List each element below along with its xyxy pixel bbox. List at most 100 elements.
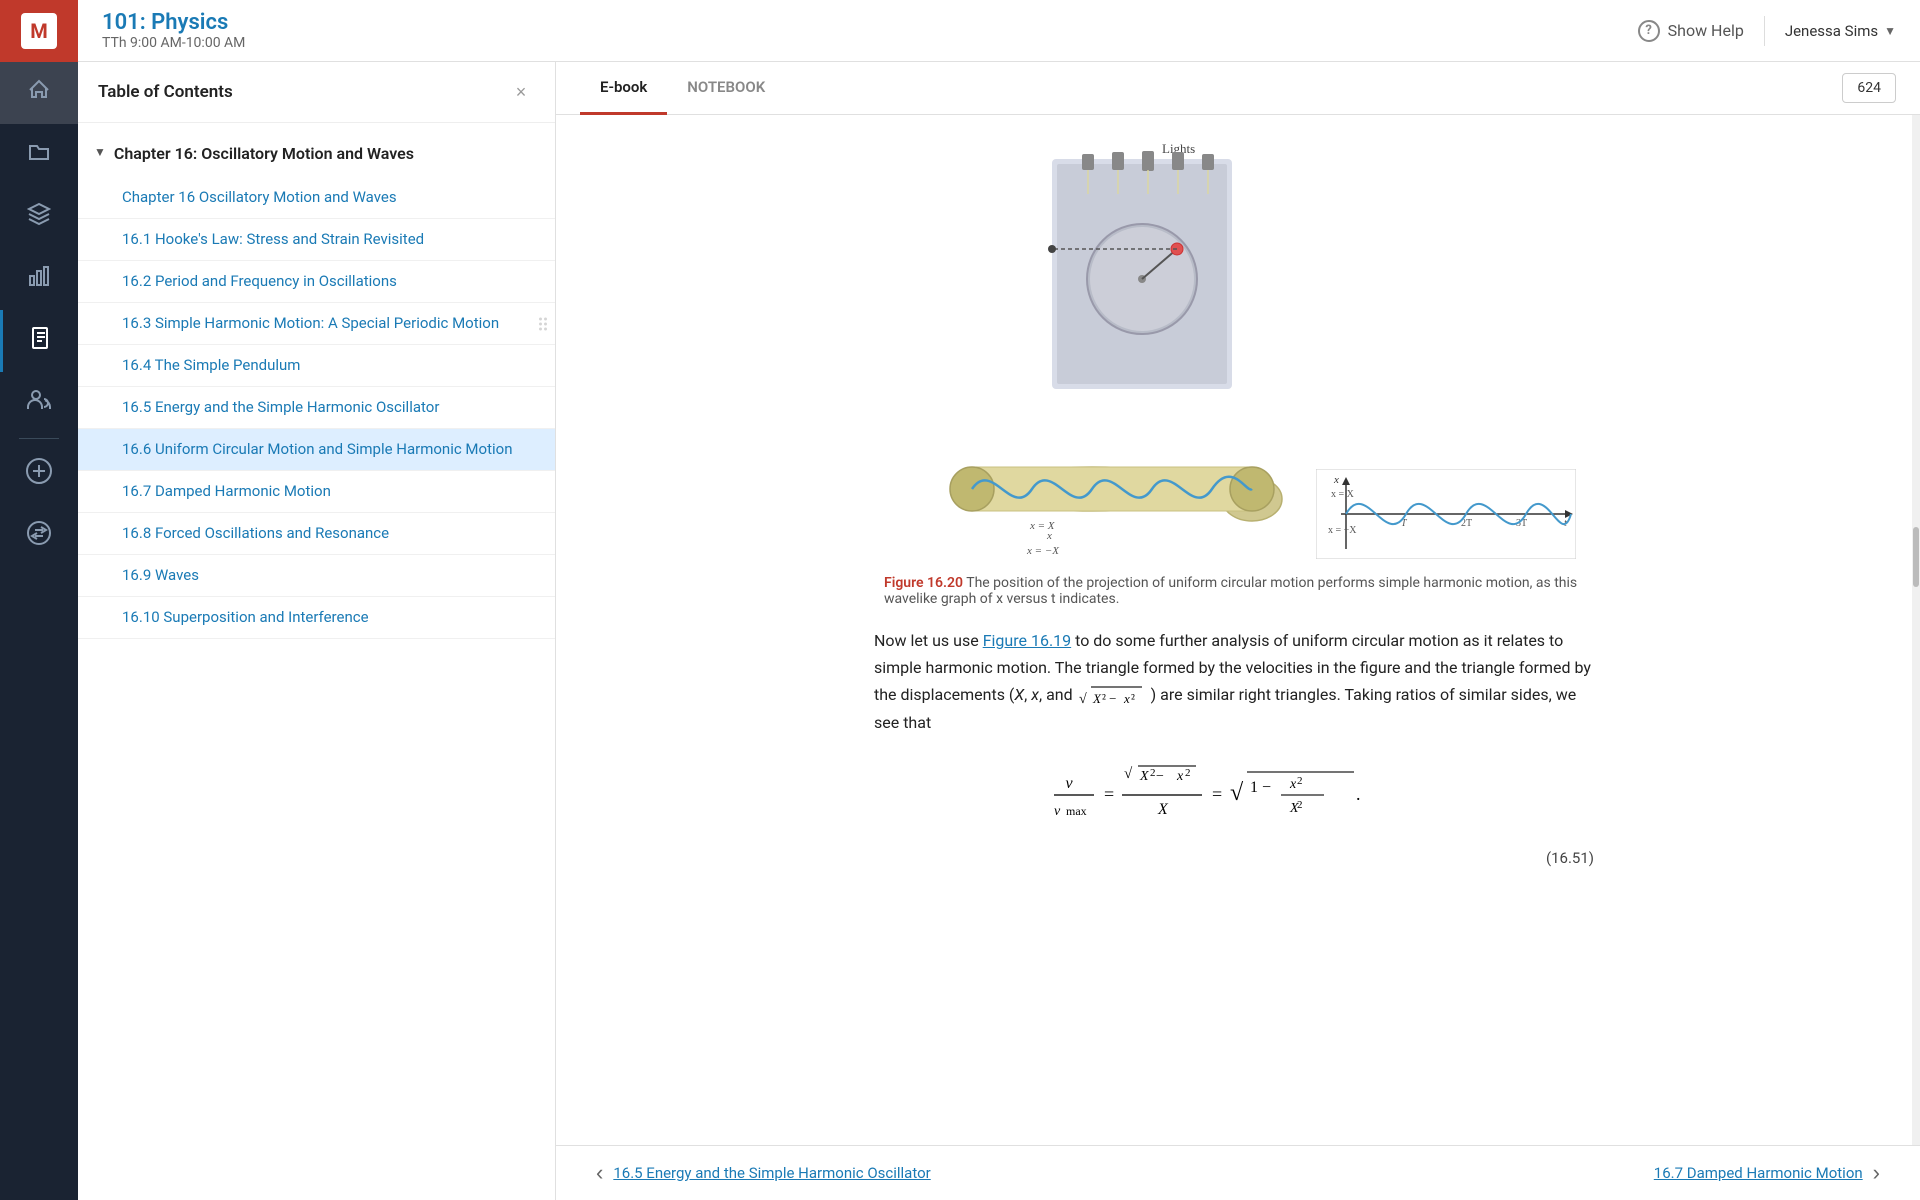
home-icon (27, 78, 51, 108)
layers-icon (27, 202, 51, 232)
nav-bar: M (0, 0, 78, 1200)
svg-text:=: = (1104, 784, 1114, 804)
page-number-badge[interactable]: 624 (1842, 73, 1896, 103)
toc-item-label: 16.10 Superposition and Interference (122, 607, 535, 628)
tab-notebook[interactable]: NOTEBOOK (667, 62, 785, 115)
nav-item-home[interactable] (0, 62, 78, 124)
figure-caption: Figure 16.20 The position of the project… (884, 575, 1584, 607)
svg-text:√: √ (1079, 692, 1087, 707)
toc-item-16-7[interactable]: 16.7 Damped Harmonic Motion (78, 471, 555, 513)
svg-text:max: max (1066, 804, 1087, 818)
nav-item-users[interactable] (0, 372, 78, 434)
svg-text:2: 2 (1185, 767, 1191, 779)
equation-number: (16.51) (874, 849, 1594, 867)
scrollbar-track[interactable] (1912, 115, 1920, 1145)
next-section-link[interactable]: 16.7 Damped Harmonic Motion (1654, 1164, 1863, 1182)
svg-text:x: x (1289, 777, 1297, 792)
svg-text:x: x (1176, 769, 1184, 784)
nav-item-swap[interactable] (0, 505, 78, 567)
toc-item-16-4[interactable]: 16.4 The Simple Pendulum (78, 345, 555, 387)
toc-title: Table of Contents (98, 82, 233, 102)
svg-text:√: √ (1124, 766, 1133, 782)
user-caret-icon: ▼ (1884, 24, 1896, 38)
toc-item-label: 16.5 Energy and the Simple Harmonic Osci… (122, 397, 535, 418)
user-name: Jenessa Sims (1785, 22, 1878, 40)
show-help-button[interactable]: ? Show Help (1638, 20, 1744, 42)
equation-16-51: v v max = √ X 2 − (874, 760, 1594, 835)
show-help-label: Show Help (1668, 21, 1744, 40)
header-right: ? Show Help Jenessa Sims ▼ (1638, 16, 1896, 46)
toc-item-label: 16.8 Forced Oscillations and Resonance (122, 523, 535, 544)
svg-text:v: v (1065, 775, 1073, 792)
nav-item-layers[interactable] (0, 186, 78, 248)
toc-chapter-header[interactable]: ▼ Chapter 16: Oscillatory Motion and Wav… (78, 131, 555, 177)
prev-arrow-button[interactable]: ‹ (586, 1160, 613, 1186)
course-title: 101: Physics (102, 10, 245, 35)
toc-item-label: 16.7 Damped Harmonic Motion (122, 481, 535, 502)
svg-text:x: x (1333, 474, 1339, 486)
figure-illustration: Lights (892, 139, 1312, 559)
ebook-body-text: Now let us use Figure 16.19 to do some f… (874, 627, 1594, 736)
figure-16-19-link[interactable]: Figure 16.19 (983, 631, 1071, 650)
figure-16-20: Lights (616, 139, 1852, 607)
svg-text:x = −X: x = −X (1026, 545, 1060, 557)
nav-item-chart[interactable] (0, 248, 78, 310)
svg-text:² −: ² − (1102, 691, 1116, 706)
toc-header: Table of Contents × (78, 62, 555, 123)
toc-list: ▼ Chapter 16: Oscillatory Motion and Wav… (78, 123, 555, 1200)
svg-text:X: X (1157, 801, 1169, 818)
toc-item-ch16-intro[interactable]: Chapter 16 Oscillatory Motion and Waves (78, 177, 555, 219)
nav-item-folder[interactable] (0, 124, 78, 186)
user-menu[interactable]: Jenessa Sims ▼ (1785, 22, 1896, 40)
toc-item-16-5[interactable]: 16.5 Energy and the Simple Harmonic Osci… (78, 387, 555, 429)
toc-item-16-2[interactable]: 16.2 Period and Frequency in Oscillation… (78, 261, 555, 303)
content-area: Table of Contents × ▼ Chapter 16: Oscill… (78, 62, 1920, 1200)
svg-text:√: √ (1230, 780, 1244, 806)
figure-number: Figure 16.20 (884, 575, 963, 591)
svg-text:2: 2 (1297, 775, 1303, 787)
toc-item-16-1[interactable]: 16.1 Hooke's Law: Stress and Strain Revi… (78, 219, 555, 261)
course-time: TTh 9:00 AM-10:00 AM (102, 35, 245, 51)
scrollbar-thumb[interactable] (1913, 527, 1919, 587)
svg-text:x = X: x = X (1331, 489, 1355, 500)
prev-section-link[interactable]: 16.5 Energy and the Simple Harmonic Osci… (613, 1164, 930, 1182)
svg-text:1 −: 1 − (1250, 779, 1271, 796)
header-divider (1764, 16, 1765, 46)
toc-close-button[interactable]: × (507, 78, 535, 106)
drag-handle (539, 317, 547, 330)
svg-text:−: − (1156, 769, 1164, 784)
nav-item-notebook[interactable] (0, 310, 78, 372)
next-arrow-button[interactable]: › (1863, 1160, 1890, 1186)
svg-text:=: = (1212, 784, 1222, 804)
toc-item-16-9[interactable]: 16.9 Waves (78, 555, 555, 597)
tab-ebook[interactable]: E-book (580, 62, 667, 115)
swap-icon (26, 520, 52, 552)
toc-panel: Table of Contents × ▼ Chapter 16: Oscill… (78, 62, 556, 1200)
equation-svg: v v max = √ X 2 − (1034, 760, 1434, 830)
toc-item-16-10[interactable]: 16.10 Superposition and Interference (78, 597, 555, 639)
svg-text:v: v (1054, 804, 1061, 819)
toc-item-16-8[interactable]: 16.8 Forced Oscillations and Resonance (78, 513, 555, 555)
ebook-content: Lights (556, 115, 1912, 1145)
add-icon (25, 457, 53, 491)
nav-item-add[interactable] (0, 443, 78, 505)
help-icon: ? (1638, 20, 1660, 42)
toc-item-label: 16.1 Hooke's Law: Stress and Strain Revi… (122, 229, 535, 250)
toc-item-label: 16.2 Period and Frequency in Oscillation… (122, 271, 535, 292)
users-icon (27, 388, 51, 418)
toc-item-label: 16.6 Uniform Circular Motion and Simple … (122, 439, 535, 460)
svg-text:²: ² (1131, 691, 1135, 706)
inline-math: √ X ² − x ² (1077, 683, 1147, 709)
svg-text:X: X (1139, 769, 1149, 784)
nav-logo[interactable]: M (0, 0, 78, 62)
ebook-bottom-nav: ‹ 16.5 Energy and the Simple Harmonic Os… (556, 1145, 1920, 1200)
svg-text:X: X (1092, 691, 1102, 706)
svg-text:x = X: x = X (1029, 520, 1056, 532)
toc-item-16-6[interactable]: 16.6 Uniform Circular Motion and Simple … (78, 429, 555, 471)
logo-icon: M (21, 13, 57, 49)
svg-text:x = −X: x = −X (1328, 525, 1357, 536)
svg-text:.: . (1356, 784, 1361, 804)
toc-item-label: Chapter 16 Oscillatory Motion and Waves (122, 187, 535, 208)
figure-graph: x x = X x = −X T 2T 3T t (1316, 469, 1576, 559)
toc-item-16-3[interactable]: 16.3 Simple Harmonic Motion: A Special P… (78, 303, 555, 345)
